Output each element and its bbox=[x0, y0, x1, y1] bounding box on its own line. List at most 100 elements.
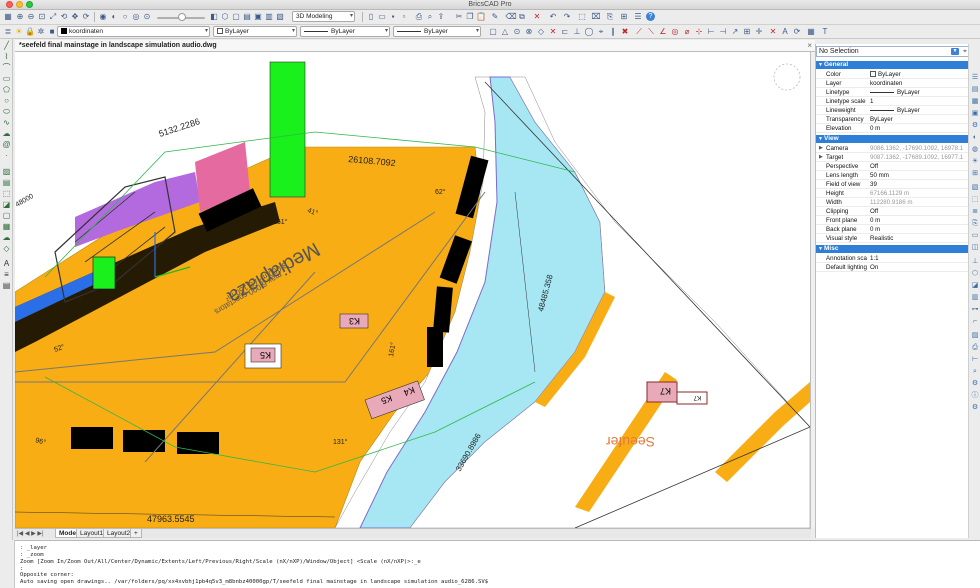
mechanical-browser-icon[interactable]: ⚙ bbox=[971, 122, 979, 130]
prop-row-lineweight[interactable]: Lineweight ByLayer bbox=[816, 106, 969, 115]
open-file-icon[interactable]: ▭ bbox=[377, 12, 387, 22]
snap-node-icon[interactable]: ⊗ bbox=[524, 27, 534, 37]
redo-icon[interactable]: ↷ bbox=[562, 12, 572, 22]
layer-lock-icon[interactable]: 🔒 bbox=[25, 27, 35, 37]
snap-endpoint-icon[interactable]: ▢ bbox=[488, 27, 498, 37]
zoom-window-icon[interactable]: ⊡ bbox=[37, 12, 47, 22]
views-icon[interactable]: ◫ bbox=[971, 244, 979, 252]
top-view-icon[interactable]: ▣ bbox=[253, 12, 263, 22]
dim-edit-icon[interactable]: ✕ bbox=[768, 27, 778, 37]
dimension-aligned-icon[interactable]: ⟍ bbox=[646, 27, 656, 37]
erase-icon[interactable]: ⌫ bbox=[505, 12, 516, 22]
prop-row-visual-style[interactable]: Visual style Realistic bbox=[816, 234, 969, 243]
render-icon[interactable]: ◐ bbox=[971, 134, 979, 142]
wireframe-icon[interactable]: ▢ bbox=[231, 12, 241, 22]
pan-icon[interactable]: ✥ bbox=[70, 12, 80, 22]
save-as-icon[interactable]: ▫ bbox=[399, 12, 409, 22]
snap-quadrant-icon[interactable]: ◇ bbox=[536, 27, 546, 37]
connections-icon[interactable]: ⊶ bbox=[971, 306, 979, 314]
arc-icon[interactable]: ⌒ bbox=[2, 63, 11, 72]
dimension-ordinate-icon[interactable]: ⊹ bbox=[694, 27, 704, 37]
workspace-select[interactable]: 3D Modeling ▾ bbox=[292, 11, 355, 22]
snap-clear-icon[interactable]: ✖ bbox=[620, 27, 630, 37]
lineweight-select[interactable]: ByLayer ▾ bbox=[393, 26, 481, 37]
leader-icon[interactable]: ↗ bbox=[730, 27, 740, 37]
dimension-baseline-icon[interactable]: ⊢ bbox=[706, 27, 716, 37]
print-panel-icon[interactable]: ⎙ bbox=[971, 344, 979, 352]
library-panel-icon[interactable]: ▣ bbox=[971, 110, 979, 118]
prop-row-linetype[interactable]: Linetype ByLayer bbox=[816, 88, 969, 97]
lights-icon[interactable]: ☀ bbox=[971, 158, 979, 166]
document-tab[interactable]: *seefeld final mainstage in landscape si… bbox=[15, 40, 815, 52]
layer-color-icon[interactable]: ■ bbox=[47, 27, 57, 37]
selection-dropdown[interactable]: No Selection ▼ ⌖ bbox=[816, 46, 969, 57]
copy-entities-icon[interactable]: ⧉ bbox=[517, 12, 527, 22]
snap-nearest-icon[interactable]: ⌖ bbox=[596, 27, 606, 37]
circle-icon[interactable]: ○ bbox=[2, 96, 11, 105]
prop-row-layer[interactable]: Layer koordinaten bbox=[816, 79, 969, 88]
search-icon[interactable]: ⌕ bbox=[971, 368, 979, 376]
layout-nav-buttons[interactable]: |◀ ◀ ▶ ▶| bbox=[17, 530, 44, 537]
layer-on-icon[interactable]: ☀ bbox=[14, 27, 24, 37]
box-icon[interactable]: ◧ bbox=[209, 12, 219, 22]
dim-text-icon[interactable]: A bbox=[780, 27, 790, 37]
grid-icon[interactable]: ▤ bbox=[242, 12, 252, 22]
profiles-icon[interactable]: ⌐ bbox=[971, 318, 979, 326]
drawing-canvas[interactable]: 5132.2286 26108.7092 48485.358 47963.554… bbox=[15, 52, 811, 528]
snap-parallel-icon[interactable]: ∥ bbox=[608, 27, 618, 37]
camera-icon[interactable]: ◎ bbox=[131, 12, 141, 22]
walk-icon[interactable]: ⊙ bbox=[142, 12, 152, 22]
zoom-previous-icon[interactable]: ⟲ bbox=[59, 12, 69, 22]
select-objects-icon[interactable]: ⌖ bbox=[963, 47, 967, 56]
gear-icon[interactable]: ⚙ bbox=[971, 404, 979, 412]
text-icon[interactable]: A bbox=[2, 259, 11, 268]
prop-row-width[interactable]: Width 112280.9186 m bbox=[816, 198, 969, 207]
table-icon[interactable]: ▦ bbox=[2, 222, 11, 231]
sheet-set-icon[interactable]: ▭ bbox=[971, 232, 979, 240]
ucs-icon[interactable]: ⊥ bbox=[971, 258, 979, 266]
dimension-linear-icon[interactable]: ⟋ bbox=[634, 27, 644, 37]
drawing-viewport[interactable]: 5132.2286 26108.7092 48485.358 47963.554… bbox=[15, 52, 811, 528]
rectangle-icon[interactable]: ▭ bbox=[2, 74, 11, 83]
center-mark-icon[interactable]: ✛ bbox=[754, 27, 764, 37]
delete-icon[interactable]: ✕ bbox=[532, 12, 542, 22]
boundary-icon[interactable]: ⬚ bbox=[2, 189, 11, 198]
gradient-icon[interactable]: ▤ bbox=[2, 178, 11, 187]
blocks-icon[interactable]: ⬚ bbox=[971, 196, 979, 204]
prop-row-target[interactable]: ▶ Target 9087.1362, -17689.1092, 16977.1 bbox=[816, 153, 969, 162]
settings-icon[interactable]: ⚙ bbox=[971, 380, 979, 388]
color-select[interactable]: ByLayer ▾ bbox=[213, 26, 297, 37]
revision-cloud-icon[interactable]: ☁ bbox=[2, 129, 11, 138]
dimension-radius-icon[interactable]: ◎ bbox=[670, 27, 680, 37]
layer-manager-icon[interactable]: ▦ bbox=[3, 12, 13, 22]
chevron-down-icon[interactable]: ▼ bbox=[951, 48, 959, 55]
layer-state-icon[interactable]: ≣ bbox=[3, 27, 13, 37]
bim-icon[interactable]: ▥ bbox=[971, 294, 979, 302]
dimension-angular-icon[interactable]: ∠ bbox=[658, 27, 668, 37]
hatch-panel-icon[interactable]: ▨ bbox=[971, 332, 979, 340]
undo-icon[interactable]: ↶ bbox=[548, 12, 558, 22]
help-icon[interactable]: ? bbox=[646, 12, 655, 21]
cut-icon[interactable]: ✂ bbox=[454, 12, 464, 22]
ellipse-icon[interactable]: ⬭ bbox=[2, 107, 11, 116]
dim-update-icon[interactable]: ⟳ bbox=[792, 27, 802, 37]
right-view-icon[interactable]: ▧ bbox=[275, 12, 285, 22]
prop-row-default-lighting[interactable]: Default lighting On bbox=[816, 263, 969, 272]
prop-row-perspective[interactable]: Perspective Off bbox=[816, 162, 969, 171]
snap-insertion-icon[interactable]: ⊏ bbox=[560, 27, 570, 37]
cloud-icon[interactable]: ☁ bbox=[2, 233, 11, 242]
zoom-in-icon[interactable]: ⊕ bbox=[15, 12, 25, 22]
paste-icon[interactable]: 📋 bbox=[476, 12, 486, 22]
copy-icon[interactable]: ❐ bbox=[465, 12, 475, 22]
publish-icon[interactable]: ⇪ bbox=[436, 12, 446, 22]
prop-row-lens-length[interactable]: Lens length 50 mm bbox=[816, 171, 969, 180]
save-icon[interactable]: ▪ bbox=[388, 12, 398, 22]
lens-icon[interactable]: ○ bbox=[120, 12, 130, 22]
prop-row-camera[interactable]: ▶ Camera 9086.1362, -17690.1092, 16978.1 bbox=[816, 144, 969, 153]
prop-row-clipping[interactable]: Clipping Off bbox=[816, 207, 969, 216]
attach-icon[interactable]: ⎘ bbox=[605, 12, 615, 22]
measure-icon[interactable]: ⊢ bbox=[971, 356, 979, 364]
cube-icon[interactable]: ⬡ bbox=[220, 12, 230, 22]
block-icon[interactable]: ⬚ bbox=[577, 12, 587, 22]
snap-tangent-icon[interactable]: ◯ bbox=[584, 27, 594, 37]
